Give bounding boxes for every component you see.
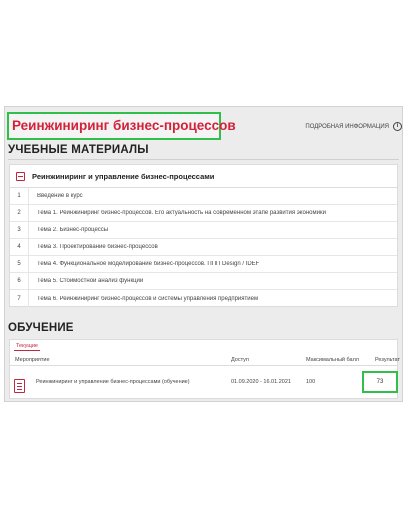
more-info-label: ПОДРОБНАЯ ИНФОРМАЦИЯ	[305, 123, 389, 130]
material-item[interactable]: 2 Тема 1. Реинжиниринг бизнес-процессов.…	[10, 205, 397, 222]
column-result: Результат	[375, 357, 401, 363]
material-title: Тема 5. Стоимостной анализ функций	[37, 278, 144, 284]
materials-card-title: Реинжиниринг и управление бизнес-процесс…	[32, 171, 215, 181]
material-title: Тема 2. Бизнес-процессы	[37, 227, 109, 233]
book-icon	[16, 171, 25, 181]
training-card: Текущие Мероприятие Доступ Максимальный …	[9, 339, 401, 399]
material-number: 5	[10, 256, 29, 272]
table-row[interactable]: Реинжиниринг и управление бизнес-процесс…	[10, 367, 398, 397]
material-title: Введение в курс	[37, 193, 83, 199]
info-circle-icon: i	[393, 122, 402, 131]
access-dates: 01.09.2020 - 16.01.2021	[231, 379, 291, 385]
material-number: 6	[10, 273, 29, 289]
max-score: 100	[306, 379, 316, 385]
material-number: 4	[10, 239, 29, 255]
column-access: Доступ	[231, 357, 249, 363]
material-title: Тема 6. Реинжиниринг бизнес-процессов и …	[37, 295, 259, 302]
material-title: Тема 4. Функциональное моделирование биз…	[37, 261, 260, 267]
materials-card-header[interactable]: Реинжиниринг и управление бизнес-процесс…	[10, 165, 397, 188]
material-item[interactable]: 5 Тема 4. Функциональное моделирование б…	[10, 256, 397, 273]
material-number: 3	[10, 222, 29, 238]
material-title: Тема 1. Реинжиниринг бизнес-процессов. Е…	[37, 210, 326, 216]
material-item[interactable]: 6 Тема 5. Стоимостной анализ функций	[10, 273, 397, 290]
column-event: Мероприятие	[15, 357, 50, 363]
training-table-header: Мероприятие Доступ Максимальный балл Рез…	[10, 354, 401, 366]
document-icon	[14, 379, 25, 393]
material-number: 1	[10, 188, 29, 204]
material-item[interactable]: 3 Тема 2. Бизнес-процессы	[10, 222, 397, 239]
column-max-score: Максимальный балл	[306, 357, 359, 363]
divider	[8, 159, 399, 160]
event-name[interactable]: Реинжиниринг и управление бизнес-процесс…	[36, 379, 190, 385]
material-item[interactable]: 4 Тема 3. Проектирование бизнес-процессо…	[10, 239, 397, 256]
material-number: 7	[10, 290, 29, 307]
course-panel: Реинжиниринг бизнес-процессов ПОДРОБНАЯ …	[4, 106, 403, 402]
more-info-link[interactable]: ПОДРОБНАЯ ИНФОРМАЦИЯ i	[305, 122, 402, 131]
tab-current[interactable]: Текущие	[14, 342, 40, 351]
training-heading: ОБУЧЕНИЕ	[8, 322, 74, 334]
materials-card: Реинжиниринг и управление бизнес-процесс…	[9, 164, 398, 307]
material-item[interactable]: 7 Тема 6. Реинжиниринг бизнес-процессов …	[10, 290, 397, 307]
materials-heading: УЧЕБНЫЕ МАТЕРИАЛЫ	[8, 144, 149, 156]
material-title: Тема 3. Проектирование бизнес-процессов	[37, 244, 158, 250]
result-value: 73	[362, 371, 398, 393]
material-item[interactable]: 1 Введение в курс	[10, 188, 397, 205]
material-number: 2	[10, 205, 29, 221]
course-title: Реинжиниринг бизнес-процессов	[7, 112, 236, 140]
